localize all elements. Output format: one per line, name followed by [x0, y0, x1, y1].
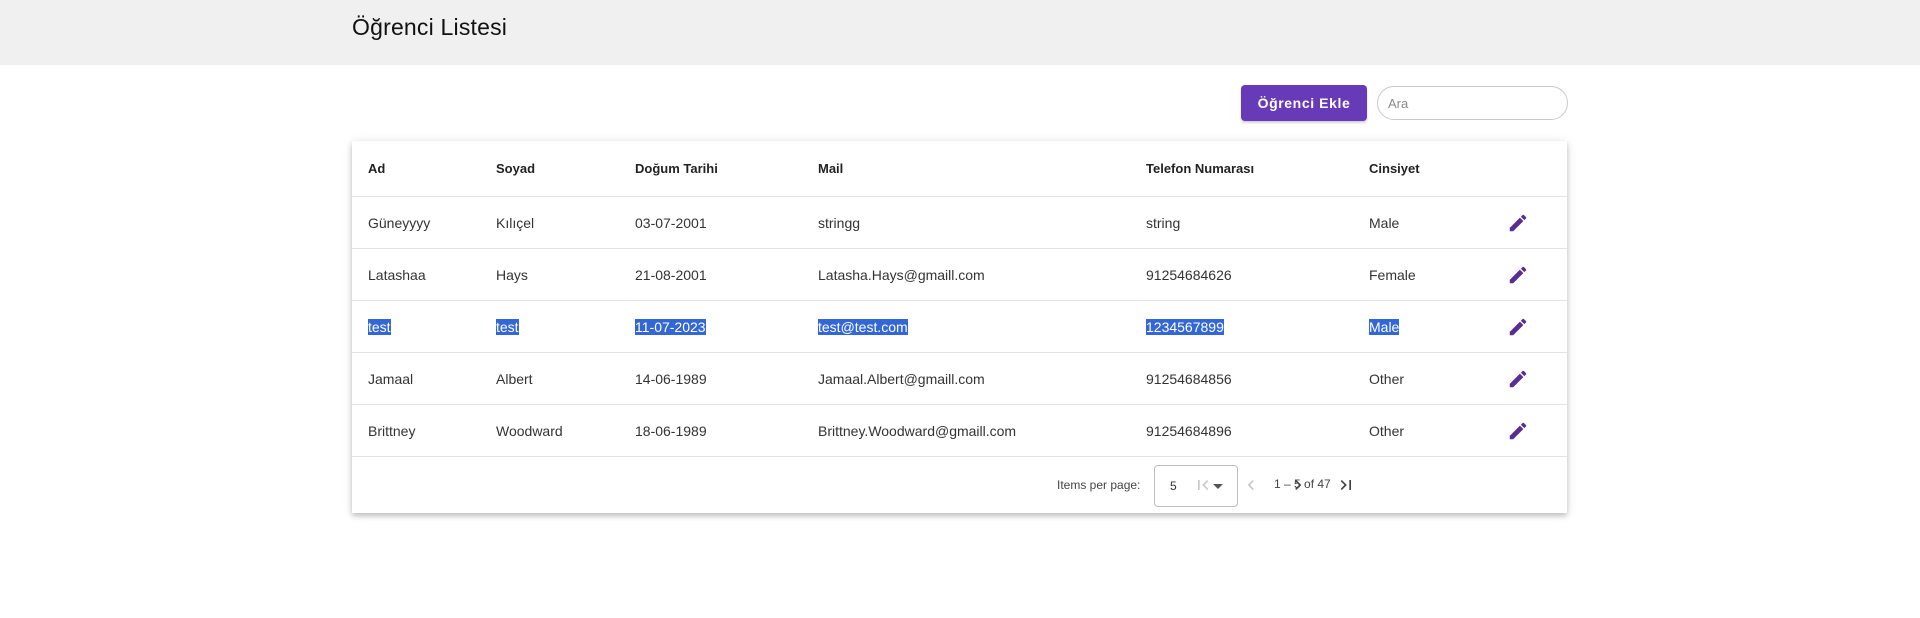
cell-telefon-text: 91254684896	[1146, 422, 1232, 439]
cell-soyad-text: Hays	[496, 266, 528, 283]
cell-mail: stringg	[818, 197, 860, 248]
app-header: Öğrenci Listesi	[0, 0, 1920, 65]
cell-ad-text: Brittney	[368, 422, 416, 439]
last-page-button[interactable]	[1330, 469, 1362, 501]
edit-button[interactable]	[1504, 417, 1532, 445]
first-page-button[interactable]	[1187, 469, 1219, 501]
page-size-value: 5	[1170, 479, 1177, 493]
cell-soyad: test	[496, 301, 519, 352]
cell-soyad: Hays	[496, 249, 528, 300]
cell-telefon: 91254684896	[1146, 405, 1232, 456]
cell-cinsiyet: Other	[1369, 405, 1404, 456]
page-title: Öğrenci Listesi	[352, 14, 508, 40]
cell-telefon: 91254684856	[1146, 353, 1232, 404]
cell-telefon: 91254684626	[1146, 249, 1232, 300]
column-header-cinsiyet[interactable]: Cinsiyet	[1369, 141, 1420, 196]
cell-cinsiyet-text: Female	[1369, 266, 1416, 283]
cell-dogum-tarihi-text: 03-07-2001	[635, 214, 707, 231]
cell-telefon: 1234567899	[1146, 301, 1224, 352]
cell-cinsiyet-text: Male	[1369, 214, 1400, 231]
cell-cinsiyet: Female	[1369, 249, 1416, 300]
add-student-button[interactable]: Öğrenci Ekle	[1241, 85, 1367, 121]
cell-soyad-text: Kılıçel	[496, 214, 535, 231]
cell-dogum-tarihi: 21-08-2001	[635, 249, 707, 300]
cell-dogum-tarihi-text: 11-07-2023	[635, 318, 706, 335]
table-row[interactable]: Jamaal Albert 14-06-1989 Jamaal.Albert@gmai…	[352, 353, 1567, 405]
cell-cinsiyet-text: Male	[1369, 318, 1400, 335]
cell-telefon-text: 91254684856	[1146, 370, 1232, 387]
cell-soyad-text: test	[496, 318, 519, 335]
column-header-mail[interactable]: Mail	[818, 141, 843, 196]
cell-ad: test	[368, 301, 391, 352]
cell-soyad-text: Albert	[496, 370, 533, 387]
column-header-ad[interactable]: Ad	[368, 141, 385, 196]
cell-ad-text: Latashaa	[368, 266, 426, 283]
previous-page-button[interactable]	[1235, 469, 1267, 501]
edit-pencil-icon	[1509, 318, 1527, 336]
cell-mail: Jamaal.Albert@gmaill.com	[818, 353, 985, 404]
cell-telefon-text: 91254684626	[1146, 266, 1232, 283]
edit-button[interactable]	[1504, 261, 1532, 289]
edit-button[interactable]	[1504, 313, 1532, 341]
cell-telefon-text: string	[1146, 214, 1181, 231]
cell-mail-text: Latasha.Hays@gmaill.com	[818, 266, 985, 283]
cell-mail-text: Jamaal.Albert@gmaill.com	[818, 370, 985, 387]
cell-mail: Latasha.Hays@gmaill.com	[818, 249, 985, 300]
chevron-left-icon	[1247, 480, 1254, 490]
cell-mail-text: stringg	[818, 214, 861, 231]
cell-dogum-tarihi-text: 14-06-1989	[635, 370, 707, 387]
cell-dogum-tarihi-text: 18-06-1989	[635, 422, 707, 439]
cell-soyad-text: Woodward	[496, 422, 563, 439]
cell-dogum-tarihi: 03-07-2001	[635, 197, 707, 248]
cell-soyad: Kılıçel	[496, 197, 534, 248]
paginator: Items per page: 5 1 – 5 of 47	[352, 457, 1567, 513]
edit-button[interactable]	[1504, 365, 1532, 393]
last-page-icon	[1340, 480, 1351, 490]
cell-soyad: Woodward	[496, 405, 563, 456]
cell-dogum-tarihi: 14-06-1989	[635, 353, 707, 404]
cell-ad-text: test	[368, 318, 391, 335]
cell-dogum-tarihi: 11-07-2023	[635, 301, 706, 352]
cell-cinsiyet-text: Other	[1369, 370, 1405, 387]
cell-mail: Brittney.Woodward@gmaill.com	[818, 405, 1016, 456]
cell-cinsiyet-text: Other	[1369, 422, 1405, 439]
column-header-telefon[interactable]: Telefon Numarası	[1146, 141, 1254, 196]
table-header-row: Ad Soyad Doğum Tarihi Mail Telefon Numar…	[352, 141, 1567, 197]
cell-cinsiyet: Male	[1369, 301, 1400, 352]
cell-mail-text: Brittney.Woodward@gmaill.com	[818, 422, 1017, 439]
cell-ad: Brittney	[368, 405, 415, 456]
cell-mail: test@test.com	[818, 301, 908, 352]
table-row[interactable]: Brittney Woodward 18-06-1989 Brittney.Woodw…	[352, 405, 1567, 457]
cell-dogum-tarihi-text: 21-08-2001	[635, 266, 707, 283]
cell-telefon: string	[1146, 197, 1180, 248]
cell-cinsiyet: Male	[1369, 197, 1399, 248]
chevron-right-icon	[1295, 480, 1302, 490]
edit-pencil-icon	[1509, 214, 1527, 232]
cell-ad: Latashaa	[368, 249, 426, 300]
table-row[interactable]: test test 11-07-2023 test@test.com 123456789…	[352, 301, 1567, 353]
cell-ad-text: Jamaal	[368, 370, 414, 387]
edit-button[interactable]	[1504, 209, 1532, 237]
next-page-button[interactable]	[1282, 469, 1314, 501]
search-input[interactable]	[1377, 86, 1568, 120]
table-row[interactable]: Güneyyyy Kılıçel 03-07-2001 stringg string Ma…	[352, 197, 1567, 249]
cell-ad-text: Güneyyyy	[368, 214, 431, 231]
column-header-dogum-tarihi[interactable]: Doğum Tarihi	[635, 141, 718, 196]
edit-pencil-icon	[1509, 370, 1527, 388]
cell-ad: Güneyyyy	[368, 197, 430, 248]
items-per-page-label: Items per page:	[1057, 478, 1141, 492]
cell-cinsiyet: Other	[1369, 353, 1404, 404]
cell-mail-text: test@test.com	[818, 318, 908, 335]
table-row[interactable]: Latashaa Hays 21-08-2001 Latasha.Hays@gmail…	[352, 249, 1567, 301]
cell-telefon-text: 1234567899	[1146, 318, 1224, 335]
cell-ad: Jamaal	[368, 353, 413, 404]
cell-soyad: Albert	[496, 353, 533, 404]
column-header-soyad[interactable]: Soyad	[496, 141, 535, 196]
edit-pencil-icon	[1509, 422, 1527, 440]
edit-pencil-icon	[1509, 266, 1527, 284]
students-table-card: Ad Soyad Doğum Tarihi Mail Telefon Numar…	[352, 141, 1567, 513]
toolbar: Öğrenci Ekle	[1241, 85, 1568, 121]
cell-dogum-tarihi: 18-06-1989	[635, 405, 707, 456]
first-page-icon	[1198, 480, 1209, 490]
